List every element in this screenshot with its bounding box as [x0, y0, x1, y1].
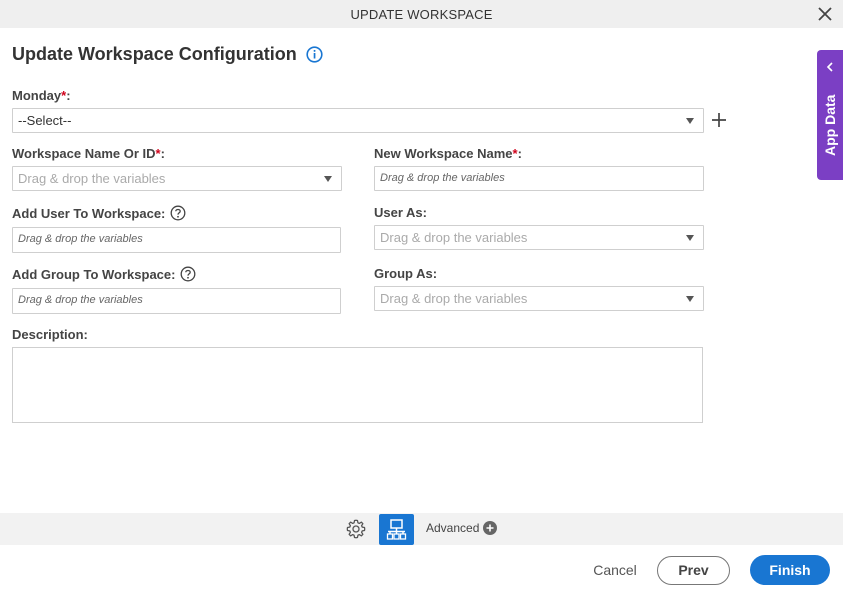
- user-as-select[interactable]: Drag & drop the variables: [374, 225, 704, 250]
- help-icon[interactable]: [170, 205, 186, 221]
- dialog-titlebar: UPDATE WORKSPACE: [0, 0, 843, 28]
- data-mapping-button[interactable]: [379, 514, 414, 545]
- new-workspace-name-label: New Workspace Name *:: [374, 146, 522, 161]
- monday-connection-select[interactable]: --Select--: [12, 108, 704, 133]
- page-title: Update Workspace Configuration: [12, 44, 297, 64]
- add-user-to-workspace-label: Add User To Workspace:: [12, 205, 186, 221]
- bottom-toolbar: [0, 513, 843, 545]
- add-circle-icon: [483, 521, 498, 535]
- dialog-title: UPDATE WORKSPACE: [350, 7, 493, 22]
- app-data-panel-toggle[interactable]: App Data: [817, 50, 843, 180]
- add-group-to-workspace-input[interactable]: Drag & drop the variables: [12, 288, 341, 314]
- chevron-down-icon: [686, 235, 694, 241]
- finish-button[interactable]: Finish: [750, 555, 830, 585]
- description-textarea[interactable]: [12, 347, 703, 423]
- workspace-name-or-id-select[interactable]: Drag & drop the variables: [12, 166, 342, 191]
- group-as-label: Group As:: [374, 266, 438, 281]
- add-group-to-workspace-label: Add Group To Workspace:: [12, 266, 196, 282]
- chevron-left-icon: [826, 62, 833, 72]
- info-icon[interactable]: [306, 46, 323, 63]
- add-user-to-workspace-placeholder: Drag & drop the variables: [18, 233, 143, 245]
- chevron-down-icon: [686, 118, 694, 124]
- data-mapping-icon: [386, 519, 407, 540]
- cancel-button[interactable]: Cancel: [590, 556, 640, 584]
- help-icon[interactable]: [180, 266, 196, 282]
- group-as-placeholder: Drag & drop the variables: [380, 291, 528, 306]
- workspace-name-or-id-placeholder: Drag & drop the variables: [18, 171, 166, 186]
- close-icon[interactable]: [818, 7, 832, 21]
- new-workspace-name-input[interactable]: Drag & drop the variables: [374, 166, 704, 191]
- user-as-label: User As:: [374, 205, 427, 220]
- advanced-toggle[interactable]: Advanced: [426, 521, 498, 535]
- user-as-placeholder: Drag & drop the variables: [380, 230, 528, 245]
- plus-icon[interactable]: [711, 112, 727, 128]
- chevron-down-icon: [324, 176, 332, 182]
- monday-select-value: --Select--: [18, 113, 72, 128]
- add-group-to-workspace-placeholder: Drag & drop the variables: [18, 294, 143, 306]
- gear-icon[interactable]: [345, 518, 367, 540]
- page-heading: Update Workspace Configuration: [12, 44, 323, 65]
- description-label: Description:: [12, 327, 88, 342]
- workspace-name-or-id-label: Workspace Name Or ID *:: [12, 146, 165, 161]
- monday-label: Monday *:: [12, 88, 71, 103]
- prev-button[interactable]: Prev: [657, 556, 730, 585]
- advanced-label: Advanced: [426, 521, 480, 535]
- chevron-down-icon: [686, 296, 694, 302]
- app-data-label: App Data: [822, 94, 838, 156]
- group-as-select[interactable]: Drag & drop the variables: [374, 286, 704, 311]
- add-user-to-workspace-input[interactable]: Drag & drop the variables: [12, 227, 341, 253]
- new-workspace-name-placeholder: Drag & drop the variables: [380, 172, 505, 184]
